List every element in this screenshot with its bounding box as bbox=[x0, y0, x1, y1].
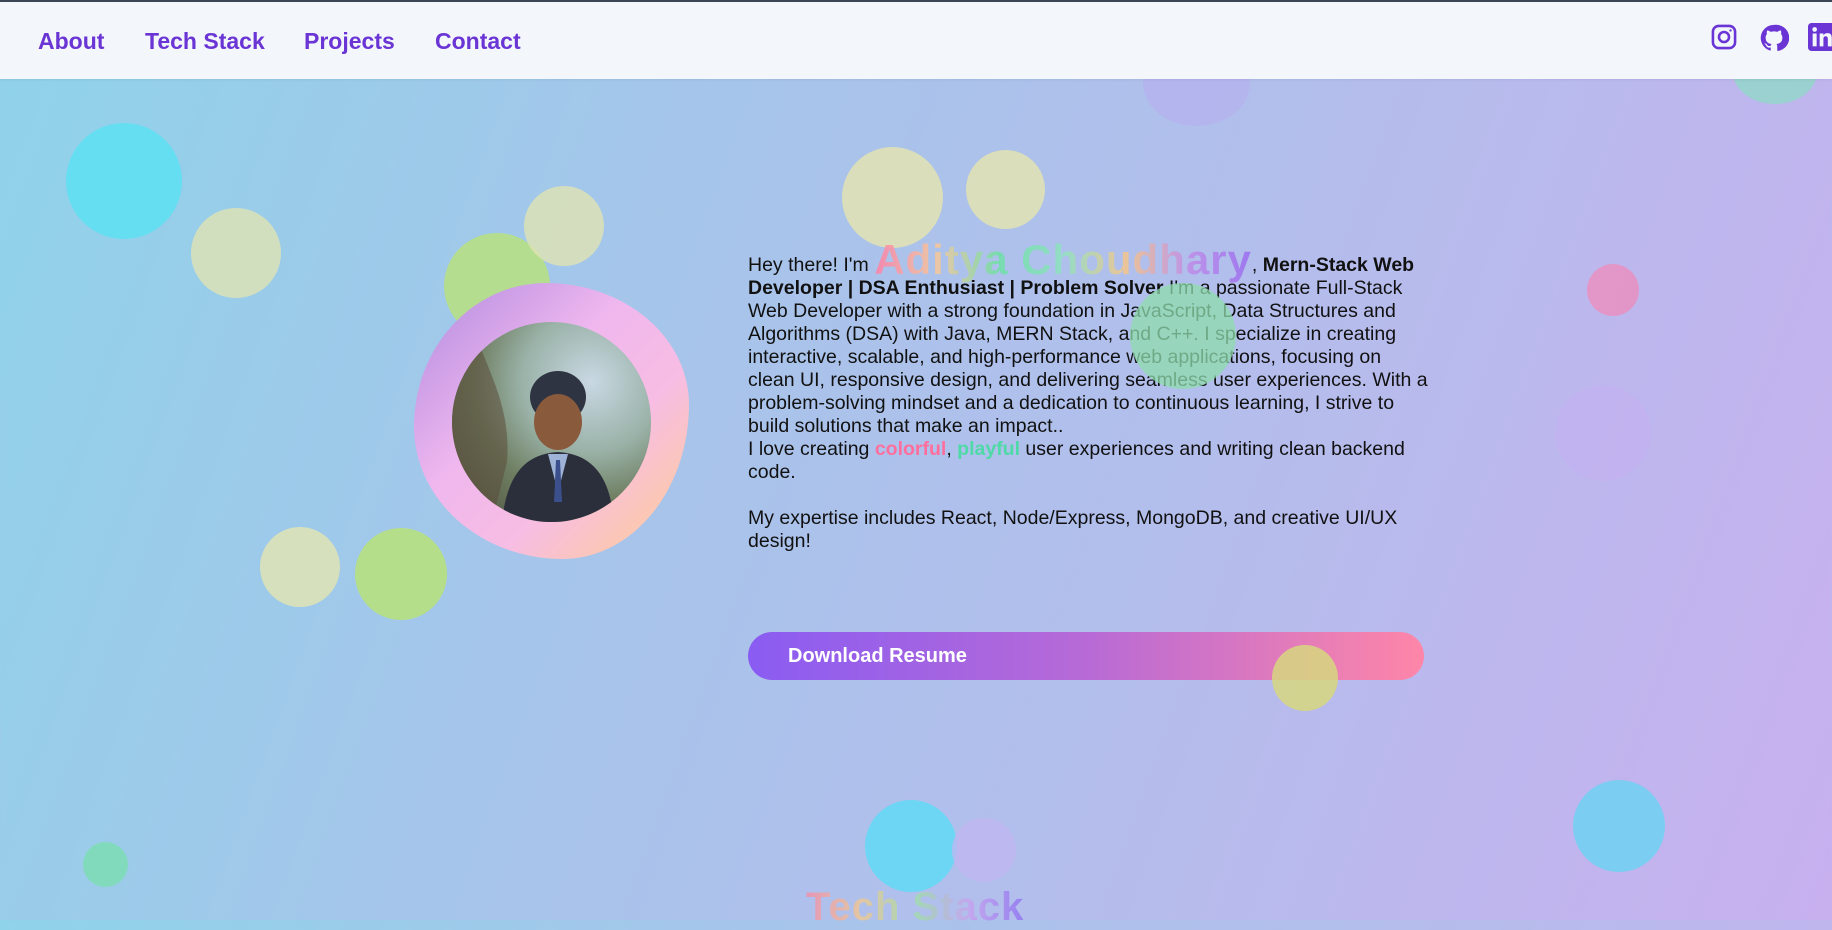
nav-link-contact[interactable]: Contact bbox=[435, 28, 521, 55]
highlight-colorful: colorful bbox=[874, 438, 947, 460]
hero-love-sep: , bbox=[946, 438, 958, 460]
decor-bubble bbox=[191, 208, 281, 298]
nav-link-tech-stack[interactable]: Tech Stack bbox=[145, 28, 265, 55]
highlight-playful: playful bbox=[957, 438, 1021, 460]
profile-avatar bbox=[452, 322, 651, 522]
linkedin-icon[interactable] bbox=[1808, 23, 1832, 51]
top-navbar: About Tech Stack Projects Contact bbox=[0, 0, 1832, 79]
decor-bubble bbox=[260, 527, 340, 607]
decor-bubble bbox=[952, 818, 1016, 882]
decor-bubble bbox=[1587, 264, 1639, 316]
decor-bubble bbox=[1130, 283, 1236, 389]
hero-comma: , bbox=[1251, 254, 1258, 276]
decor-bubble bbox=[524, 186, 604, 266]
decor-bubble bbox=[355, 528, 447, 620]
decor-bubble bbox=[1555, 385, 1651, 481]
nav-link-projects[interactable]: Projects bbox=[304, 28, 395, 55]
hero-intro: Hey there! I'm Aditya Choudhary, Mern-St… bbox=[748, 239, 1428, 553]
decor-bubble bbox=[83, 842, 128, 887]
decor-bubble bbox=[842, 147, 943, 248]
hero-greeting: Hey there! I'm bbox=[748, 254, 875, 276]
github-icon[interactable] bbox=[1759, 23, 1789, 53]
instagram-icon[interactable] bbox=[1710, 23, 1738, 51]
nav-link-about[interactable]: About bbox=[38, 28, 104, 55]
hero-expertise: My expertise includes React, Node/Expres… bbox=[748, 507, 1398, 552]
decor-bubble bbox=[1573, 780, 1665, 872]
decor-bubble bbox=[66, 123, 182, 239]
hero-name: Aditya Choudhary bbox=[874, 236, 1252, 283]
hero-bio: I'm a passionate Full-Stack Web Develope… bbox=[748, 277, 1428, 437]
decor-bubble bbox=[1272, 645, 1338, 711]
hero-love-prefix: I love creating bbox=[748, 438, 875, 460]
decor-bubble bbox=[865, 800, 957, 892]
decor-bubble bbox=[966, 150, 1045, 229]
